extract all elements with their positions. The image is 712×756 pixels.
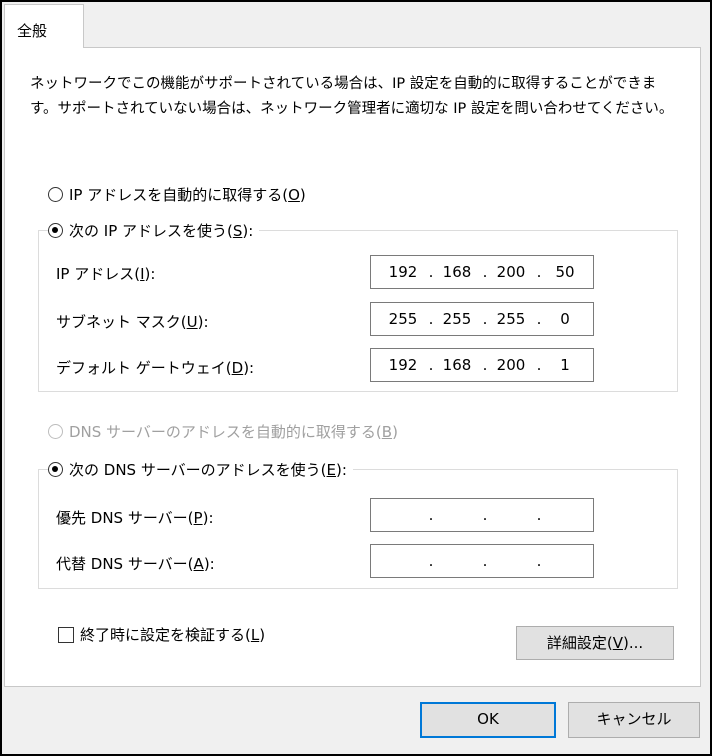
radio-ip-manual-circle[interactable]: [48, 223, 63, 238]
subnet-mask-label: サブネット マスク(U):: [56, 313, 209, 331]
gateway-octet-2[interactable]: 168: [433, 356, 481, 374]
gateway-octet-3[interactable]: 200: [487, 356, 535, 374]
ip-address-input[interactable]: 192 . 168 . 200 . 50: [370, 255, 594, 289]
octet-separator: .: [482, 552, 488, 570]
radio-ip-manual-label: 次の IP アドレスを使う(S):: [69, 222, 254, 240]
cancel-button[interactable]: キャンセル: [568, 702, 700, 738]
radio-ip-auto-circle[interactable]: [48, 187, 63, 202]
gateway-octet-1[interactable]: 192: [379, 356, 427, 374]
tab-general[interactable]: 全般: [4, 4, 84, 48]
radio-dns-manual[interactable]: 次の DNS サーバーのアドレスを使う(E):: [48, 459, 353, 480]
mask-octet-1[interactable]: 255: [379, 310, 427, 328]
preferred-dns-label: 優先 DNS サーバー(P):: [56, 509, 214, 527]
ip-octet-3[interactable]: 200: [487, 263, 535, 281]
radio-dns-manual-label: 次の DNS サーバーのアドレスを使う(E):: [69, 461, 347, 479]
default-gateway-input[interactable]: 192 . 168 . 200 . 1: [370, 348, 594, 382]
mask-octet-2[interactable]: 255: [433, 310, 481, 328]
ip-address-label: IP アドレス(I):: [56, 265, 156, 283]
subnet-mask-input[interactable]: 255 . 255 . 255 . 0: [370, 302, 594, 336]
octet-separator: .: [536, 552, 542, 570]
mask-octet-3[interactable]: 255: [487, 310, 535, 328]
description-text: ネットワークでこの機能がサポートされている場合は、IP 設定を自動的に取得するこ…: [30, 76, 674, 117]
octet-separator: .: [536, 506, 542, 524]
tab-general-label: 全般: [17, 22, 48, 40]
radio-ip-auto-label: IP アドレスを自動的に取得する(O): [69, 186, 306, 204]
octet-separator: .: [482, 506, 488, 524]
alternate-dns-input[interactable]: . . .: [370, 544, 594, 578]
ip-octet-1[interactable]: 192: [379, 263, 427, 281]
alternate-dns-label: 代替 DNS サーバー(A):: [56, 555, 215, 573]
validate-checkbox-box[interactable]: [58, 626, 74, 643]
ok-button[interactable]: OK: [420, 702, 556, 738]
radio-dns-auto: DNS サーバーのアドレスを自動的に取得する(B): [48, 421, 398, 442]
ip-octet-4[interactable]: 50: [541, 263, 589, 281]
preferred-dns-input[interactable]: . . .: [370, 498, 594, 532]
validate-on-exit-checkbox[interactable]: 終了時に設定を検証する(L): [58, 624, 265, 645]
octet-separator: .: [428, 506, 434, 524]
radio-ip-auto[interactable]: IP アドレスを自動的に取得する(O): [48, 184, 306, 205]
ip-octet-2[interactable]: 168: [433, 263, 481, 281]
radio-ip-manual[interactable]: 次の IP アドレスを使う(S):: [48, 220, 260, 241]
radio-dns-auto-label: DNS サーバーのアドレスを自動的に取得する(B): [69, 423, 398, 441]
gateway-octet-4[interactable]: 1: [541, 356, 589, 374]
radio-dns-manual-circle[interactable]: [48, 462, 63, 477]
mask-octet-4[interactable]: 0: [541, 310, 589, 328]
octet-separator: .: [428, 552, 434, 570]
advanced-button[interactable]: 詳細設定(V)...: [516, 626, 674, 660]
default-gateway-label: デフォルト ゲートウェイ(D):: [56, 359, 255, 377]
validate-checkbox-label: 終了時に設定を検証する(L): [80, 626, 266, 644]
radio-dns-auto-circle: [48, 424, 63, 439]
